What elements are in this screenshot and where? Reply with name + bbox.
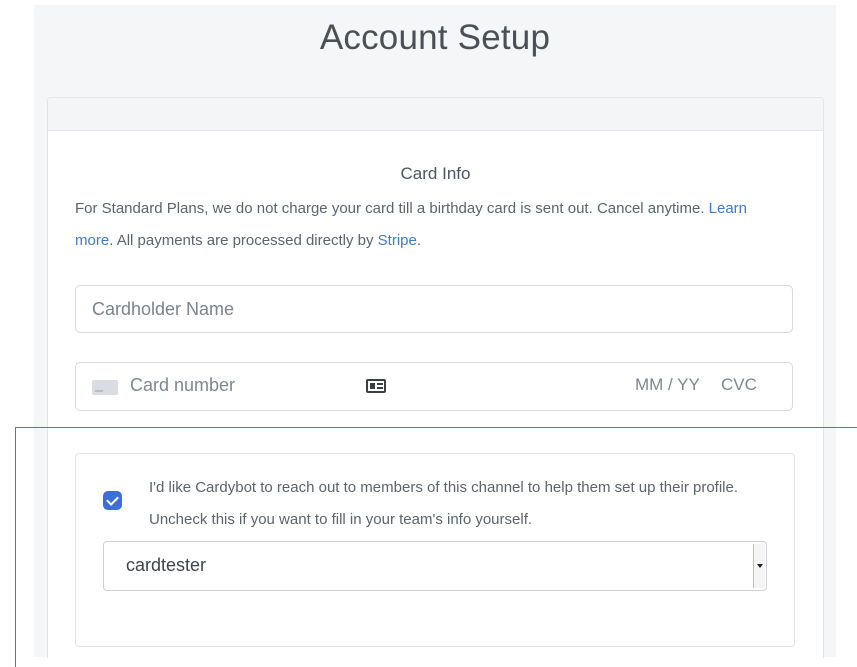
description-text-1: For Standard Plans, we do not charge you… bbox=[75, 200, 709, 217]
page-title: Account Setup bbox=[319, 18, 551, 57]
stripe-link[interactable]: Stripe bbox=[378, 232, 417, 249]
card-header bbox=[48, 98, 823, 131]
expiry-field[interactable]: MM / YY bbox=[635, 375, 700, 395]
outreach-consent-label: I'd like Cardybot to reach out to member… bbox=[149, 479, 739, 528]
channel-select[interactable]: cardtester bbox=[103, 541, 767, 591]
cardholder-name-input[interactable] bbox=[75, 285, 793, 333]
checkmark-icon bbox=[106, 493, 119, 506]
card-info-title: Card Info bbox=[400, 164, 471, 183]
select-dropdown-handle[interactable] bbox=[753, 544, 765, 588]
description-text-2: . All payments are processed directly by bbox=[109, 232, 378, 249]
card-details-input[interactable]: Card number MM / YY CVC bbox=[75, 362, 793, 411]
caret-down-icon bbox=[757, 564, 763, 568]
consent-panel: I'd like Cardybot to reach out to member… bbox=[75, 453, 795, 647]
outreach-checkbox[interactable] bbox=[103, 491, 122, 510]
cvc-field[interactable]: CVC bbox=[721, 375, 757, 395]
card-info-description: For Standard Plans, we do not charge you… bbox=[75, 193, 765, 257]
description-text-3: . bbox=[416, 232, 422, 249]
channel-select-value: cardtester bbox=[126, 555, 207, 575]
credit-card-icon bbox=[92, 380, 118, 395]
contact-card-icon[interactable] bbox=[366, 379, 386, 393]
card-number-field[interactable]: Card number bbox=[130, 375, 235, 396]
setup-card: Card Info For Standard Plans, we do not … bbox=[47, 97, 824, 658]
